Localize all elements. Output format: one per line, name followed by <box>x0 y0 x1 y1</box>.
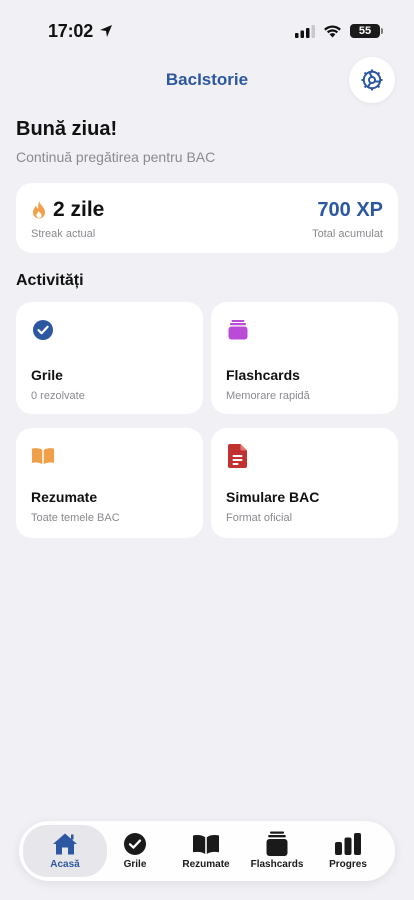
activity-subtitle: Toate temele BAC <box>31 512 120 524</box>
activity-card-simulare[interactable]: Simulare BAC Format oficial <box>211 428 398 538</box>
activity-subtitle: Format oficial <box>226 512 293 524</box>
greeting-subtitle: Continuă pregătirea pentru BAC <box>16 149 216 165</box>
settings-button[interactable] <box>349 57 395 103</box>
streak-value-text: 2 zile <box>53 198 105 221</box>
status-bar: 17:02 55 <box>0 0 414 58</box>
wifi-icon <box>324 25 341 38</box>
streak-value: 2 zile <box>31 198 104 222</box>
battery-level: 55 <box>358 25 372 37</box>
checkmark-circle-icon <box>123 831 147 857</box>
gear-icon <box>361 69 383 91</box>
activity-title: Grile <box>31 367 63 383</box>
bar-chart-icon <box>334 831 362 857</box>
activity-card-flashcards[interactable]: Flashcards Memorare rapidă <box>211 302 398 414</box>
cards-stack-icon <box>265 831 289 857</box>
tab-grile[interactable]: Grile <box>98 825 172 877</box>
open-book-icon <box>192 831 220 857</box>
activities-section-title: Activități <box>16 272 84 289</box>
activity-subtitle: 0 rezolvate <box>31 390 85 402</box>
stats-card: 2 zile Streak actual 700 XP Total acumul… <box>16 183 398 253</box>
status-time-text: 17:02 <box>48 20 94 41</box>
tab-label: Flashcards <box>250 859 304 870</box>
tab-label: Rezumate <box>182 859 230 870</box>
battery-icon: 55 <box>350 24 383 38</box>
cellular-signal-icon <box>295 24 315 38</box>
xp-value: 700 XP <box>317 199 383 221</box>
xp-label: Total acumulat <box>312 228 383 240</box>
tab-label: Acasă <box>50 859 80 870</box>
location-arrow-icon <box>100 25 113 37</box>
flame-icon <box>33 201 45 219</box>
activity-card-rezumate[interactable]: Rezumate Toate temele BAC <box>16 428 203 538</box>
tab-rezumate[interactable]: Rezumate <box>169 825 243 877</box>
tab-label: Progres <box>329 859 367 870</box>
status-indicators: 55 <box>295 24 383 38</box>
tab-acasa[interactable]: Acasă <box>23 825 107 877</box>
tab-progres[interactable]: Progres <box>311 825 385 877</box>
document-icon <box>226 444 250 468</box>
tab-bar: Acasă Grile Rezumate Flashcards Progres <box>19 821 395 881</box>
activity-title: Flashcards <box>226 367 300 383</box>
checkmark-circle-icon <box>31 318 55 342</box>
status-time: 17:02 <box>48 21 113 42</box>
tab-label: Grile <box>123 859 147 870</box>
streak-label: Streak actual <box>31 228 96 240</box>
activity-title: Simulare BAC <box>226 489 320 505</box>
cards-stack-icon <box>226 318 250 342</box>
greeting-title: Bună ziua! <box>16 118 118 140</box>
house-icon <box>52 831 78 857</box>
activity-subtitle: Memorare rapidă <box>226 390 310 402</box>
tab-flashcards[interactable]: Flashcards <box>240 825 314 877</box>
activity-title: Rezumate <box>31 489 98 505</box>
open-book-icon <box>31 444 55 468</box>
activity-card-grile[interactable]: Grile 0 rezolvate <box>16 302 203 414</box>
